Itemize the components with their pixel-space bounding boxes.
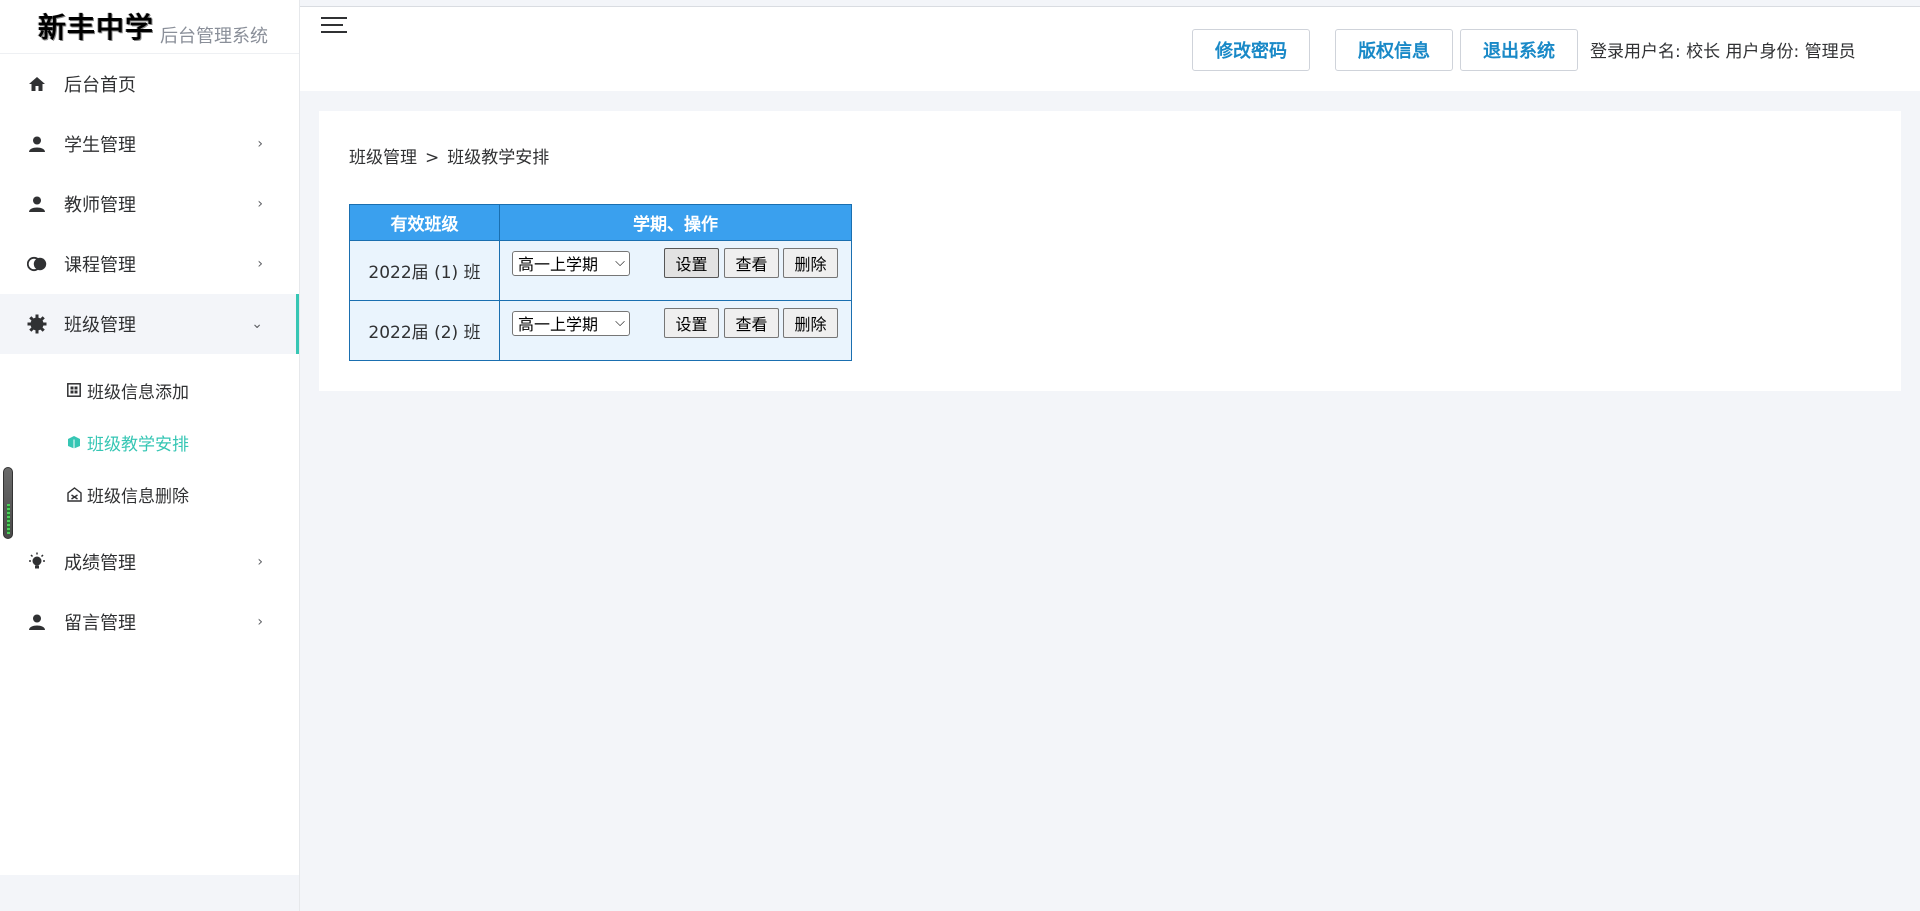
logo-area: 新丰中学 后台管理系统 — [0, 0, 299, 54]
user-icon — [26, 193, 48, 215]
term-ops-cell: 高一上学期 ⌵ 设置 查看 删除 — [499, 300, 852, 361]
add-grid-icon — [66, 382, 82, 398]
view-button[interactable]: 查看 — [724, 247, 779, 278]
logout-button[interactable]: 退出系统 — [1460, 29, 1578, 71]
sidebar-item-label: 学生管理 — [64, 135, 136, 156]
submenu-item-label: 班级教学安排 — [87, 434, 189, 455]
sidebar-item-students[interactable]: 学生管理 › — [0, 114, 299, 174]
chevron-right-icon: › — [257, 136, 263, 152]
sidebar: 新丰中学 后台管理系统 后台首页 学生管理 › 教师管理 › 课程管理 › 班级… — [0, 0, 300, 911]
sidebar-item-label: 教师管理 — [64, 195, 136, 216]
sidebar-item-label: 课程管理 — [64, 255, 136, 276]
submenu-item-label: 班级信息添加 — [87, 382, 189, 403]
sidebar-item-teachers[interactable]: 教师管理 › — [0, 174, 299, 234]
system-name: 后台管理系统 — [160, 26, 268, 47]
column-header-class: 有效班级 — [349, 204, 500, 241]
sidebar-item-courses[interactable]: 课程管理 › — [0, 234, 299, 294]
chevron-down-icon: ⌵ — [615, 314, 625, 330]
sidebar-menu: 后台首页 学生管理 › 教师管理 › 课程管理 › 班级管理 ⌄ 班级信息添加 … — [0, 54, 299, 652]
menu-toggle-icon[interactable] — [321, 15, 347, 35]
sidebar-item-classes[interactable]: 班级管理 ⌄ — [0, 294, 299, 354]
user-icon — [26, 133, 48, 155]
submenu-item-class-delete[interactable]: 班级信息删除 — [0, 468, 299, 520]
sidebar-footer — [0, 875, 299, 911]
school-logo-text: 新丰中学 — [38, 11, 155, 44]
chevron-right-icon: › — [257, 256, 263, 272]
term-select[interactable]: 高一上学期 ⌵ — [512, 310, 630, 336]
class-name-cell: 2022届 (2) 班 — [349, 300, 500, 361]
table-row: 2022届 (1) 班 高一上学期 ⌵ 设置 查看 删除 — [349, 240, 852, 301]
breadcrumb: 班级管理 > 班级教学安排 — [349, 143, 549, 168]
submenu-item-class-add[interactable]: 班级信息添加 — [0, 364, 299, 416]
breadcrumb-current: 班级教学安排 — [447, 148, 550, 168]
book-icon — [66, 434, 82, 450]
term-select-value: 高一上学期 — [518, 255, 599, 274]
course-icon — [26, 253, 48, 275]
top-header: 修改密码 版权信息 退出系统 登录用户名: 校长 用户身份: 管理员 — [300, 7, 1920, 91]
change-password-button[interactable]: 修改密码 — [1192, 29, 1310, 71]
breadcrumb-separator: > — [425, 148, 440, 168]
sidebar-item-label: 成绩管理 — [64, 553, 136, 574]
chevron-right-icon: › — [257, 614, 263, 630]
breadcrumb-parent[interactable]: 班级管理 — [349, 148, 417, 168]
class-teaching-table: 有效班级 学期、操作 2022届 (1) 班 高一上学期 ⌵ 设置 查看 删除 — [349, 204, 852, 361]
gear-icon — [26, 313, 48, 335]
bulb-icon — [26, 551, 48, 573]
term-select[interactable]: 高一上学期 ⌵ — [512, 250, 630, 276]
sidebar-item-label: 留言管理 — [64, 613, 136, 634]
home-icon — [26, 73, 48, 95]
submenu-item-class-teaching[interactable]: 班级教学安排 — [0, 416, 299, 468]
sidebar-item-label: 后台首页 — [64, 75, 136, 96]
chevron-right-icon: › — [257, 196, 263, 212]
content-card: 班级管理 > 班级教学安排 有效班级 学期、操作 2022届 (1) 班 高一上学期… — [319, 111, 1901, 391]
sidebar-item-home[interactable]: 后台首页 — [0, 54, 299, 114]
table-row: 2022届 (2) 班 高一上学期 ⌵ 设置 查看 删除 — [349, 300, 852, 361]
sidebar-item-label: 班级管理 — [64, 315, 136, 336]
chevron-down-icon: ⌄ — [251, 316, 263, 332]
copyright-button[interactable]: 版权信息 — [1335, 29, 1453, 71]
table-header-row: 有效班级 学期、操作 — [349, 204, 852, 241]
submenu-item-label: 班级信息删除 — [87, 486, 189, 507]
delete-icon — [66, 486, 82, 502]
set-button[interactable]: 设置 — [664, 307, 719, 338]
column-header-term-ops: 学期、操作 — [499, 204, 852, 241]
view-button[interactable]: 查看 — [724, 307, 779, 338]
delete-button[interactable]: 删除 — [783, 307, 838, 338]
term-select-value: 高一上学期 — [518, 315, 599, 334]
sidebar-item-grades[interactable]: 成绩管理 › — [0, 532, 299, 592]
set-button[interactable]: 设置 — [664, 247, 719, 278]
user-icon — [26, 611, 48, 633]
class-submenu: 班级信息添加 班级教学安排 班级信息删除 — [0, 354, 299, 532]
class-name-cell: 2022届 (1) 班 — [349, 240, 500, 301]
scroll-handle[interactable] — [3, 467, 13, 539]
delete-button[interactable]: 删除 — [783, 247, 838, 278]
chevron-right-icon: › — [257, 554, 263, 570]
user-info: 登录用户名: 校长 用户身份: 管理员 — [1590, 42, 1856, 62]
chevron-down-icon: ⌵ — [615, 254, 625, 270]
term-ops-cell: 高一上学期 ⌵ 设置 查看 删除 — [499, 240, 852, 301]
sidebar-item-messages[interactable]: 留言管理 › — [0, 592, 299, 652]
